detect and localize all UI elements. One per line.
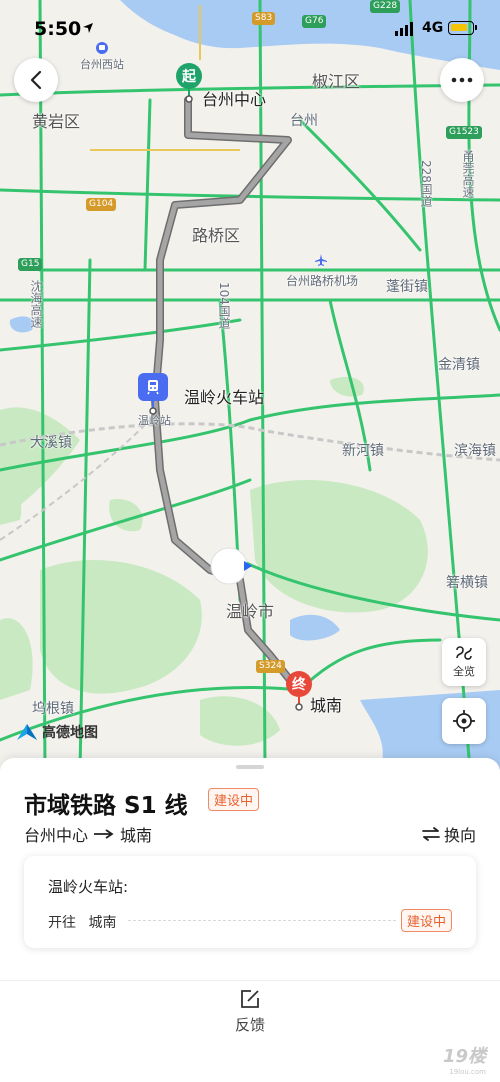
line-title: 市域铁路 S1 线 — [24, 793, 188, 819]
map-label-wenling-city: 温岭市 — [226, 602, 275, 621]
card-direction: 开往 城南 — [48, 912, 116, 932]
location-arrow-icon — [83, 23, 93, 33]
swap-arrows-icon — [422, 827, 440, 841]
overview-button[interactable]: 全览 — [442, 638, 486, 686]
map-label-airport: 台州路桥机场 — [286, 274, 359, 288]
map-label-huangyan: 黄岩区 — [32, 112, 81, 131]
sheet-grip[interactable] — [236, 765, 264, 769]
badge-s324: S324 — [256, 660, 285, 673]
amap-logo-icon — [17, 724, 37, 740]
start-marker-stem-icon — [185, 89, 193, 103]
swap-label: 换向 — [443, 826, 476, 845]
train-icon — [138, 373, 168, 401]
map-view[interactable]: 台州西站 黄岩区 椒江区 台州 路桥区 台州路桥机场 蓬街镇 金清镇 沈海高速 … — [0, 0, 500, 770]
station-marker-name: 温岭火车站 — [184, 388, 265, 407]
card-direction-prefix: 开往 — [48, 915, 76, 931]
map-label-shenhai: 沈海高速 — [29, 280, 43, 328]
watermark-url: 19lou.com — [449, 1068, 486, 1076]
airport-icon — [314, 252, 328, 271]
signal-icon — [395, 22, 413, 36]
watermark-brand: 19楼 — [442, 1046, 486, 1067]
back-button[interactable] — [14, 58, 58, 102]
swap-direction-button[interactable]: 换向 — [422, 822, 476, 846]
badge-g15: G15 — [18, 258, 43, 271]
more-button[interactable] — [440, 58, 484, 102]
badge-g1523: G1523 — [446, 126, 482, 139]
start-marker[interactable]: 起 — [176, 63, 202, 103]
network-type: 4G — [422, 20, 444, 36]
card-direction-target: 城南 — [88, 915, 117, 931]
card-station-name: 温岭火车站: — [48, 878, 129, 896]
overview-label: 全览 — [453, 665, 475, 678]
chevron-left-icon — [30, 70, 42, 90]
map-label-daxi: 大溪镇 — [30, 435, 72, 451]
map-label-nanqian: 甬莞高速 — [461, 150, 475, 198]
sheet-divider — [0, 980, 500, 981]
end-marker-stem-icon — [295, 697, 303, 711]
map-label-pengjie: 蓬街镇 — [386, 279, 428, 295]
status-time: 5:50 — [34, 18, 82, 40]
route-overview-icon — [456, 646, 472, 660]
map-label-g228: 228国道 — [419, 160, 433, 207]
map-label-luqiao: 路桥区 — [192, 226, 241, 245]
route-to: 城南 — [120, 826, 153, 845]
watermark: 19楼 19lou.com — [443, 1042, 486, 1076]
badge-g104: G104 — [86, 198, 117, 211]
map-label-jiaojiang: 椒江区 — [312, 72, 361, 91]
card-status-badge: 建设中 — [400, 909, 452, 932]
map-label-taizhou: 台州 — [290, 113, 318, 129]
locate-button[interactable] — [442, 698, 486, 744]
status-badge: 建设中 — [208, 788, 260, 811]
end-marker[interactable]: 终 — [286, 671, 312, 711]
map-label-xinhe: 新河镇 — [342, 443, 384, 459]
route-from: 台州中心 — [24, 826, 89, 845]
status-bar: 5:50 4G — [0, 0, 500, 56]
route-detail-sheet: 市域铁路 S1 线 建设中 台州中心 城南 换向 温岭火车站: 开往 城南 建设… — [0, 758, 500, 1082]
end-marker-badge: 终 — [286, 671, 312, 697]
start-marker-badge: 起 — [176, 63, 202, 89]
battery-icon — [448, 21, 477, 35]
feedback-button[interactable]: 反馈 — [218, 988, 282, 1035]
amap-logo-text: 高德地图 — [42, 725, 98, 741]
arrow-right-icon — [94, 829, 114, 839]
map-label-xiaqi: 箬横镇 — [446, 575, 488, 591]
station-marker[interactable] — [138, 373, 168, 415]
start-marker-name: 台州中心 — [202, 90, 267, 109]
feedback-label: 反馈 — [234, 1016, 265, 1034]
card-divider — [128, 920, 396, 921]
end-marker-name: 城南 — [310, 696, 343, 715]
more-dots-icon — [451, 77, 473, 83]
map-label-wugen: 坞根镇 — [32, 701, 74, 717]
amap-logo: 高德地图 — [16, 722, 98, 742]
locate-crosshair-icon — [453, 710, 475, 732]
map-label-g104: 104国道 — [217, 282, 231, 329]
route-direction: 台州中心 城南 — [24, 822, 152, 846]
station-card[interactable]: 温岭火车站: 开往 城南 建设中 — [24, 856, 476, 948]
map-label-binhai: 滨海镇 — [454, 443, 496, 459]
edit-icon — [241, 990, 259, 1008]
map-label-jinqing: 金清镇 — [438, 357, 480, 373]
